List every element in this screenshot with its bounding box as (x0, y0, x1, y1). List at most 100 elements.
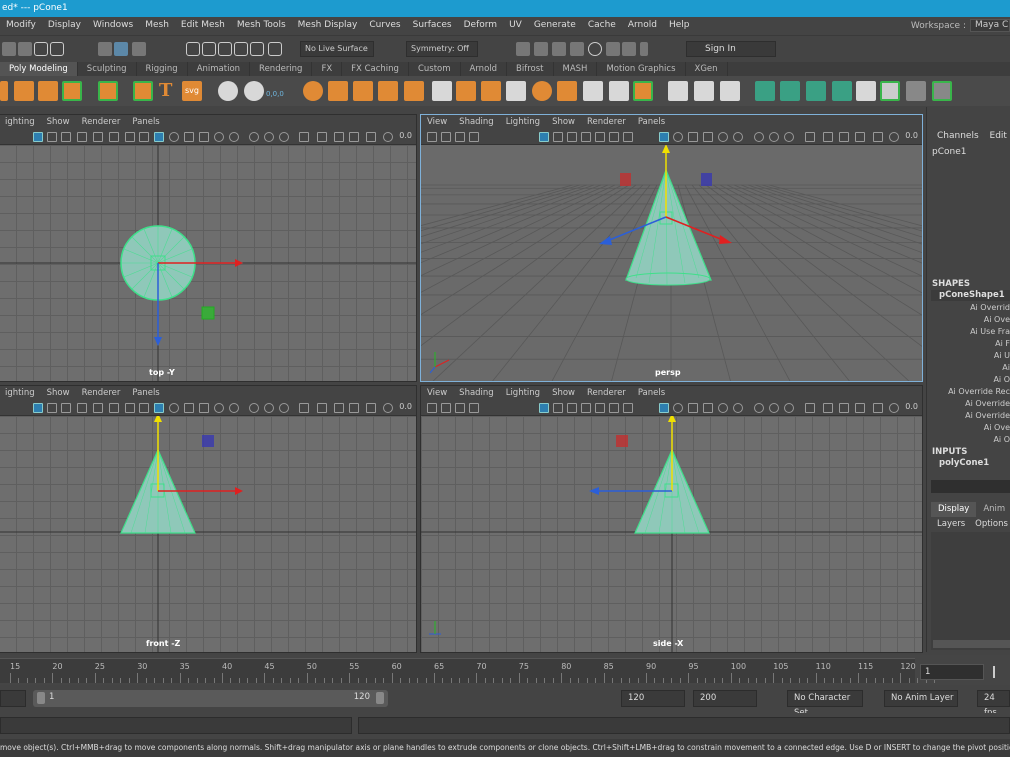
lights-icon[interactable] (199, 403, 209, 413)
extrude-icon[interactable] (481, 81, 501, 101)
gate-mask-icon[interactable] (581, 132, 591, 142)
shelf-tab-fx-caching[interactable]: FX Caching (342, 62, 409, 76)
textured-icon[interactable] (184, 132, 194, 142)
select-object-icon[interactable] (114, 42, 128, 56)
cube-icon[interactable] (14, 81, 34, 101)
start-time-field[interactable] (0, 690, 26, 707)
shelf-tab-xgen[interactable]: XGen (686, 62, 728, 76)
exposure-value[interactable]: 0.0 (905, 131, 918, 140)
menu-show[interactable]: Show (546, 117, 581, 127)
type-text-icon[interactable]: T (159, 80, 172, 101)
menu-show[interactable]: Show (546, 388, 581, 398)
motion-blur-icon[interactable] (754, 132, 764, 142)
undo-icon[interactable] (34, 42, 48, 56)
uv-planar-icon[interactable] (755, 81, 775, 101)
lights-icon[interactable] (703, 132, 713, 142)
xray-icon[interactable] (823, 132, 833, 142)
resolution-gate-icon[interactable] (93, 132, 103, 142)
shelf-tab-poly-modeling[interactable]: Poly Modeling (0, 62, 78, 76)
tab-display[interactable]: Display (931, 502, 977, 517)
isolate-select-icon[interactable] (299, 132, 309, 142)
menu-mesh-display[interactable]: Mesh Display (292, 17, 364, 34)
film-gate-icon[interactable] (77, 403, 87, 413)
field-chart-icon[interactable] (125, 132, 135, 142)
lights-icon[interactable] (199, 132, 209, 142)
gamma-icon[interactable] (889, 403, 899, 413)
xray-joints-icon[interactable] (334, 132, 344, 142)
shadows-icon[interactable] (214, 132, 224, 142)
gamma-icon[interactable] (889, 132, 899, 142)
insert-edge-loop-icon[interactable] (668, 81, 688, 101)
attribute-row[interactable]: Ai Override (965, 411, 1010, 420)
safe-action-icon[interactable] (609, 132, 619, 142)
safe-action-icon[interactable] (609, 403, 619, 413)
xray-active-icon[interactable] (349, 132, 359, 142)
lock-camera-icon[interactable] (441, 132, 451, 142)
menu-lighting[interactable]: Lighting (500, 388, 546, 398)
symmetry-field[interactable]: Symmetry: Off (406, 41, 478, 57)
exposure-value[interactable]: 0.0 (399, 131, 412, 140)
bevel-icon[interactable] (506, 81, 526, 101)
attribute-row[interactable]: Ai Ove (984, 315, 1010, 324)
isolate-select-icon[interactable] (805, 403, 815, 413)
field-chart-icon[interactable] (595, 132, 605, 142)
workspace-dropdown[interactable]: Maya Classic (970, 19, 1010, 32)
menu-edit-mesh[interactable]: Edit Mesh (175, 17, 231, 34)
smooth-icon[interactable] (378, 81, 398, 101)
wireframe-shade-icon[interactable] (169, 132, 179, 142)
resolution-gate-icon[interactable] (567, 403, 577, 413)
range-start-handle[interactable] (37, 692, 45, 704)
menu-panels[interactable]: Panels (126, 117, 165, 127)
menu-lighting[interactable]: ighting (0, 117, 41, 127)
mirror-icon[interactable] (432, 81, 452, 101)
center-pivot-icon[interactable] (218, 81, 238, 101)
menu-display[interactable]: Display (42, 17, 87, 34)
menu-renderer[interactable]: Renderer (581, 117, 632, 127)
menu-windows[interactable]: Windows (87, 17, 139, 34)
menu-surfaces[interactable]: Surfaces (407, 17, 458, 34)
platonic-icon[interactable] (98, 81, 118, 101)
save-icon[interactable] (18, 42, 32, 56)
wireframe-shade-icon[interactable] (673, 403, 683, 413)
pause-icon[interactable] (640, 42, 648, 56)
depth-of-field-icon[interactable] (279, 403, 289, 413)
menu-arnold[interactable]: Arnold (622, 17, 663, 34)
image-plane-icon[interactable] (469, 403, 479, 413)
snap-surface-icon[interactable] (250, 42, 264, 56)
fill-hole-icon[interactable] (557, 81, 577, 101)
lights-icon[interactable] (703, 403, 713, 413)
render-frame-icon[interactable] (516, 42, 530, 56)
attribute-row[interactable]: Ai (1002, 363, 1010, 372)
attribute-row[interactable]: Ai Ove (984, 423, 1010, 432)
ambient-occlusion-icon[interactable] (229, 403, 239, 413)
xray-active-icon[interactable] (855, 132, 865, 142)
menu-renderer[interactable]: Renderer (581, 388, 632, 398)
image-plane-icon[interactable] (469, 132, 479, 142)
attribute-row[interactable]: Ai O (993, 375, 1010, 384)
exposure-icon[interactable] (873, 132, 883, 142)
shelf-tab-sculpting[interactable]: Sculpting (78, 62, 137, 76)
ambient-occlusion-icon[interactable] (733, 132, 743, 142)
menu-curves[interactable]: Curves (363, 17, 406, 34)
menu-shading[interactable]: Shading (453, 117, 500, 127)
separate-icon[interactable] (328, 81, 348, 101)
anti-alias-icon[interactable] (769, 403, 779, 413)
uv-editor-icon[interactable] (856, 81, 876, 101)
uv-cylindrical-icon[interactable] (780, 81, 800, 101)
anti-alias-icon[interactable] (769, 132, 779, 142)
uv-auto-icon[interactable] (832, 81, 852, 101)
depth-of-field-icon[interactable] (784, 403, 794, 413)
isolate-select-icon[interactable] (805, 132, 815, 142)
xray-joints-icon[interactable] (839, 403, 849, 413)
menu-panels[interactable]: Panels (126, 388, 165, 398)
bookmark-icon[interactable] (61, 403, 71, 413)
uv-spherical-icon[interactable] (806, 81, 826, 101)
exposure-value[interactable]: 0.0 (905, 402, 918, 411)
sphere-icon[interactable] (0, 81, 8, 101)
exposure-icon[interactable] (366, 403, 376, 413)
fps-field[interactable]: 24 fps (977, 690, 1010, 718)
smooth-shade-icon[interactable] (154, 403, 164, 413)
menu-cache[interactable]: Cache (582, 17, 622, 34)
workspace-selector[interactable]: Workspace : Maya Classic (911, 17, 1010, 34)
shelf-tab-motion-graphics[interactable]: Motion Graphics (597, 62, 686, 76)
